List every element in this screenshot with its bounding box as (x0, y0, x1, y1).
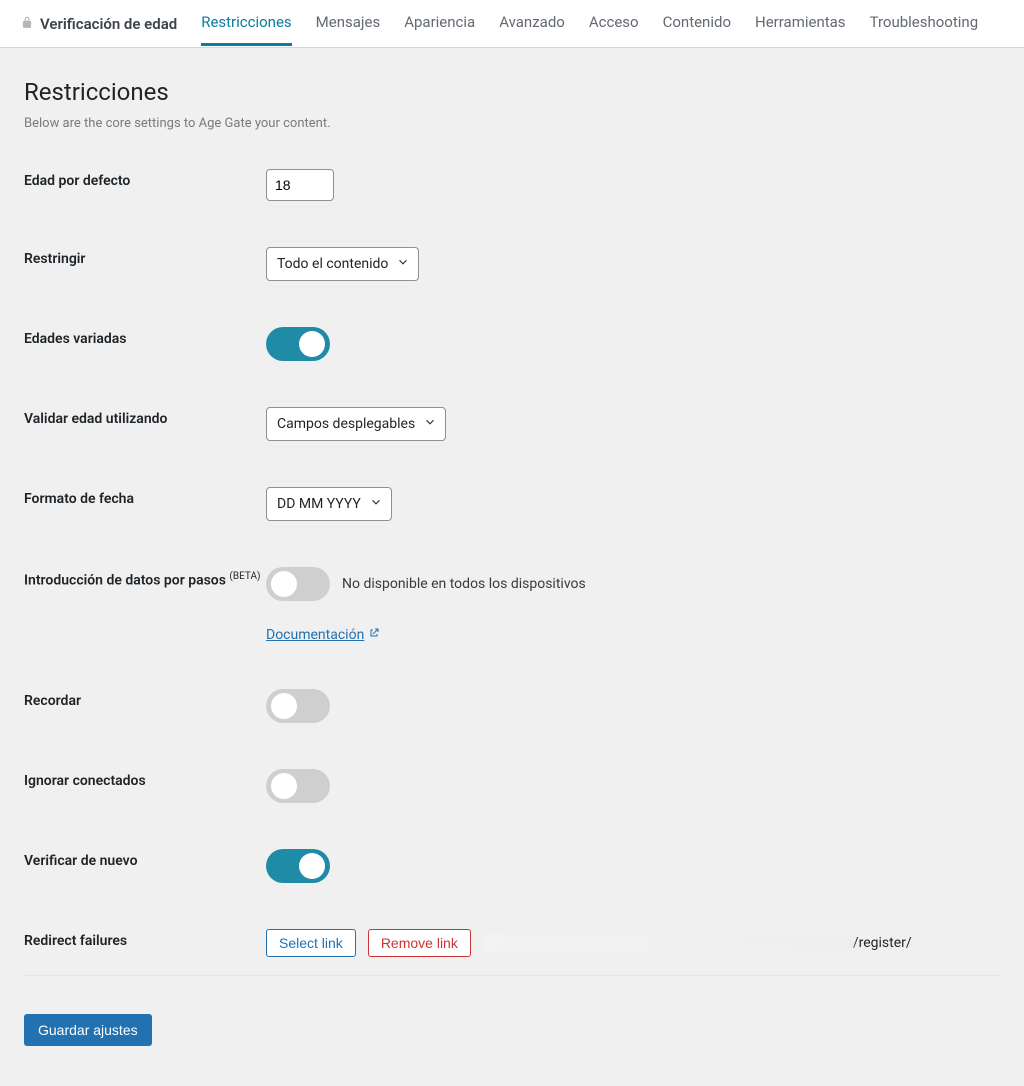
tab-avanzado[interactable]: Avanzado (499, 1, 565, 46)
tab-contenido[interactable]: Contenido (663, 1, 731, 46)
label-ignore-logged: Ignorar conectados (24, 769, 266, 789)
label-stepped: Introducción de datos por pasos (BETA) (24, 567, 266, 589)
label-redirect: Redirect failures (24, 929, 266, 949)
stepped-toggle[interactable] (266, 567, 330, 601)
tab-troubleshooting[interactable]: Troubleshooting (870, 1, 979, 46)
label-stepped-text: Introducción de datos por pasos (24, 573, 229, 589)
tab-acceso[interactable]: Acceso (589, 1, 639, 46)
tab-herramientas[interactable]: Herramientas (755, 1, 846, 46)
label-validate-using: Validar edad utilizando (24, 407, 266, 427)
settings-tabs: Verificación de edad Restricciones Mensa… (0, 0, 1024, 48)
label-recheck: Verificar de nuevo (24, 849, 266, 869)
label-restrict: Restringir (24, 247, 266, 267)
label-varied-ages: Edades variadas (24, 327, 266, 347)
redirect-url: /register/ (483, 935, 912, 951)
documentation-link-text: Documentación (266, 627, 364, 643)
plugin-title-text: Verificación de edad (40, 15, 177, 33)
date-format-select[interactable]: DD MM YYYY (266, 487, 392, 521)
tab-mensajes[interactable]: Mensajes (316, 1, 381, 46)
chevron-down-icon (396, 255, 410, 273)
label-date-format: Formato de fecha (24, 487, 266, 507)
chevron-down-icon (369, 495, 383, 513)
redirect-url-suffix: /register/ (853, 935, 912, 951)
stepped-note: No disponible en todos los dispositivos (342, 576, 586, 592)
documentation-link[interactable]: Documentación (266, 627, 380, 643)
select-link-button[interactable]: Select link (266, 929, 356, 957)
page-description: Below are the core settings to Age Gate … (24, 116, 1000, 131)
date-format-value: DD MM YYYY (277, 496, 361, 512)
label-default-age: Edad por defecto (24, 169, 266, 189)
lock-icon (20, 14, 34, 34)
label-remember: Recordar (24, 689, 266, 709)
default-age-input[interactable] (266, 169, 334, 201)
save-button[interactable]: Guardar ajustes (24, 1014, 152, 1046)
ignore-logged-toggle[interactable] (266, 769, 330, 803)
plugin-title: Verificación de edad (20, 14, 177, 34)
remove-link-button[interactable]: Remove link (368, 929, 471, 957)
recheck-toggle[interactable] (266, 849, 330, 883)
varied-ages-toggle[interactable] (266, 327, 330, 361)
restrict-select[interactable]: Todo el contenido (266, 247, 419, 281)
external-link-icon (368, 627, 380, 643)
tab-apariencia[interactable]: Apariencia (404, 1, 475, 46)
redirect-url-redacted (483, 935, 853, 951)
validate-using-select[interactable]: Campos desplegables (266, 407, 446, 441)
page-title: Restricciones (24, 78, 1000, 106)
separator (24, 975, 1000, 976)
remember-toggle[interactable] (266, 689, 330, 723)
restrict-select-value: Todo el contenido (277, 256, 388, 272)
validate-using-value: Campos desplegables (277, 416, 415, 432)
label-stepped-beta: (BETA) (229, 571, 260, 582)
chevron-down-icon (423, 415, 437, 433)
tab-restricciones[interactable]: Restricciones (201, 1, 291, 46)
